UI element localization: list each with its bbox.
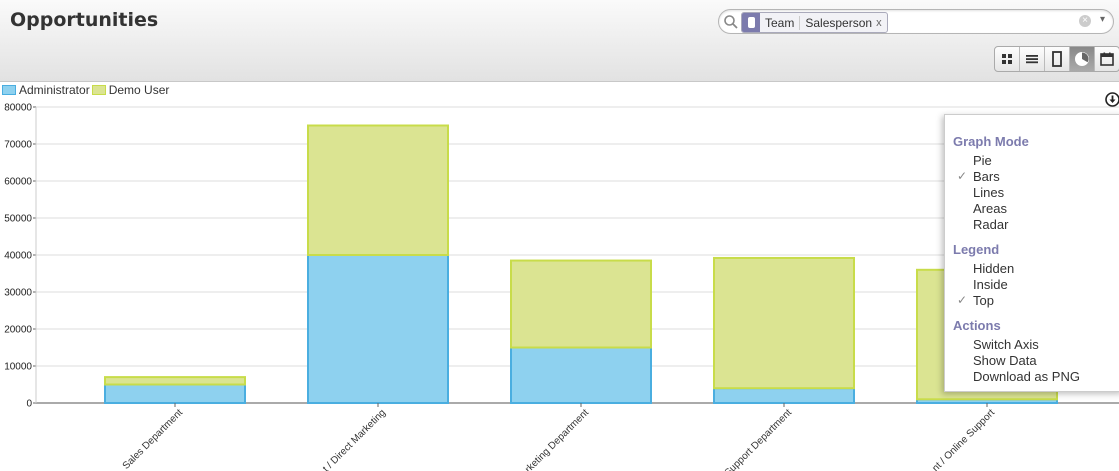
menu-item-show-data[interactable]: Show Data bbox=[973, 353, 1037, 368]
bar-administrator[interactable] bbox=[307, 254, 449, 404]
bar-demo-user[interactable] bbox=[713, 256, 855, 390]
menu-item-switch-axis[interactable]: Switch Axis bbox=[973, 337, 1039, 352]
menu-item-pie[interactable]: Pie bbox=[973, 153, 992, 168]
y-tick-label: 80000 bbox=[4, 103, 32, 114]
y-tick-label: 40000 bbox=[4, 251, 32, 262]
menu-item-areas[interactable]: Areas bbox=[973, 201, 1007, 216]
menu-item-top[interactable]: Top bbox=[973, 293, 994, 308]
x-tick-label: nt / Online Support bbox=[930, 407, 997, 471]
download-menu-icon[interactable] bbox=[1105, 92, 1119, 107]
bar-administrator[interactable] bbox=[510, 346, 652, 404]
y-tick-label: 70000 bbox=[4, 140, 32, 151]
x-tick-label: t / Direct Marketing bbox=[321, 407, 388, 471]
graph-options-menu: Graph Mode Pie ✓ Bars Lines Areas Radar Legend H… bbox=[944, 114, 1119, 392]
menu-item-lines[interactable]: Lines bbox=[973, 185, 1004, 200]
bar-demo-user[interactable] bbox=[104, 376, 246, 386]
menu-item-inside[interactable]: Inside bbox=[973, 277, 1008, 292]
x-tick-label: Support Department bbox=[723, 407, 795, 471]
menu-item-hidden[interactable]: Hidden bbox=[973, 261, 1014, 276]
menu-item-download-as-png[interactable]: Download as PNG bbox=[973, 369, 1080, 384]
y-tick-label: 20000 bbox=[4, 325, 32, 336]
x-tick-label: rketing Department bbox=[523, 407, 591, 471]
bar-demo-user[interactable] bbox=[307, 124, 449, 256]
y-tick-label: 0 bbox=[26, 399, 32, 410]
menu-item-radar[interactable]: Radar bbox=[973, 217, 1008, 232]
bar-demo-user[interactable] bbox=[510, 259, 652, 349]
bar-administrator[interactable] bbox=[713, 387, 855, 405]
checkmark-icon: ✓ bbox=[957, 169, 968, 183]
y-tick-label: 50000 bbox=[4, 214, 32, 225]
menu-section-legend: Legend bbox=[953, 242, 1000, 257]
menu-section-graph-mode: Graph Mode bbox=[953, 134, 1029, 149]
checkmark-icon: ✓ bbox=[957, 293, 968, 307]
bar-administrator[interactable] bbox=[104, 383, 246, 404]
menu-item-bars[interactable]: Bars bbox=[973, 169, 1000, 184]
y-tick-label: 30000 bbox=[4, 288, 32, 299]
x-tick-label: Sales Department bbox=[121, 407, 186, 471]
menu-section-actions: Actions bbox=[953, 318, 1001, 333]
y-tick-label: 60000 bbox=[4, 177, 32, 188]
y-tick-label: 10000 bbox=[4, 362, 32, 373]
